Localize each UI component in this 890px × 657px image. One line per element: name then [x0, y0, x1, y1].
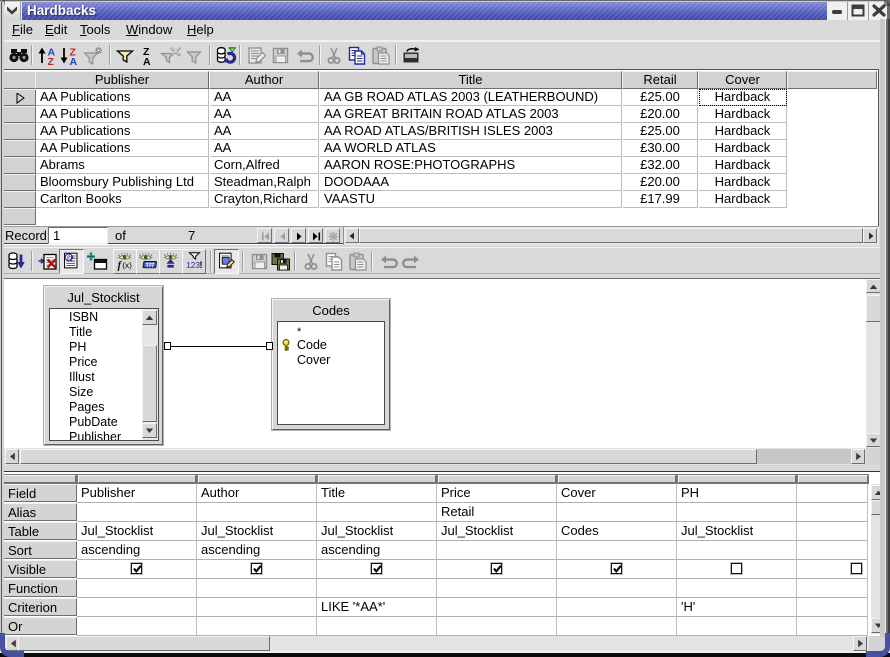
svg-text:Z: Z	[48, 56, 55, 68]
svg-text:123: 123	[186, 261, 200, 270]
svg-text:@: @	[66, 253, 73, 262]
svg-text:(x): (x)	[122, 261, 132, 270]
svg-text:A: A	[143, 56, 151, 68]
svg-text:A: A	[70, 56, 78, 68]
svg-text:!: !	[200, 260, 203, 270]
